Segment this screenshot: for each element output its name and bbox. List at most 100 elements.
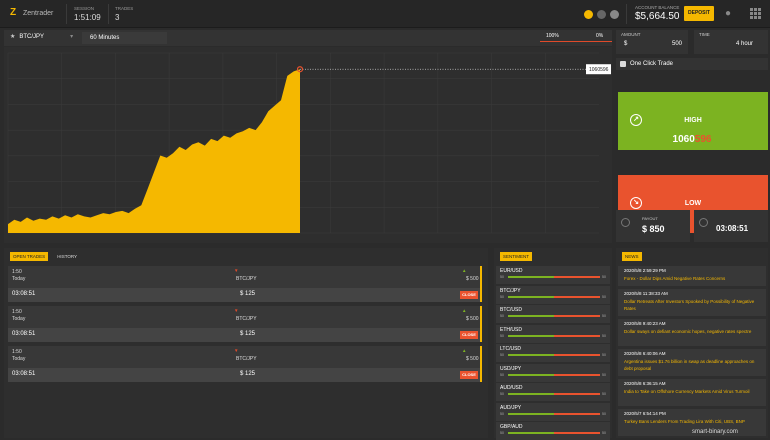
top-bar: Z Zentrader SESSION 1:51:09 TRADES 3 ACC… xyxy=(0,0,770,28)
news-item[interactable]: 2020/5/8 2:59:29 PM Forex - Dollar Dips A… xyxy=(618,266,766,286)
trades-tabs: OPEN TRADES HISTORY xyxy=(10,252,80,261)
divider xyxy=(66,4,67,24)
amount-label: AMOUNT xyxy=(621,32,641,37)
star-icon[interactable]: ★ xyxy=(10,33,15,40)
sentiment-row: USD/JPY 50 50 xyxy=(496,363,610,382)
watermark: smart-binary.com xyxy=(692,429,738,435)
trade-day: Today xyxy=(12,316,26,322)
timeframe-selector[interactable]: 60 Minutes xyxy=(82,32,167,44)
sentiment-right: 50 xyxy=(602,294,606,299)
trade-stake: $ 500 xyxy=(466,316,479,322)
news-title: NEWS xyxy=(622,252,642,261)
high-label: HIGH xyxy=(684,117,702,124)
sentiment-left: 50 xyxy=(500,431,504,435)
close-trade-button[interactable]: CLOSE xyxy=(460,291,478,299)
volume-icon[interactable] xyxy=(584,10,593,19)
apps-grid-icon[interactable] xyxy=(750,8,761,19)
sentiment-row: BTC/USD 50 50 xyxy=(496,305,610,323)
price-chart[interactable]: 1060596 xyxy=(4,47,612,243)
trade-time: 1:50 xyxy=(12,269,22,275)
amount-field[interactable]: AMOUNT $ 500 xyxy=(616,30,688,54)
sentiment-bar xyxy=(508,432,600,434)
trade-day: Today xyxy=(12,356,26,362)
tab-open-trades[interactable]: OPEN TRADES xyxy=(10,252,49,261)
sentiment-bar-fill xyxy=(508,315,554,317)
trade-stake: $ 500 xyxy=(466,356,479,362)
close-trade-button[interactable]: CLOSE xyxy=(460,371,478,379)
trade-row: 1:50 Today ▼ BTC/JPY ▲ $ 500 03:08:51 $ … xyxy=(8,346,482,382)
price-highlight: 596 xyxy=(694,134,712,145)
sentiment-bar-fill xyxy=(508,334,554,337)
asset-name: BTC/JPY xyxy=(19,33,45,40)
trade-amount: $ 125 xyxy=(240,291,256,297)
sentiment-bar-fill xyxy=(508,276,554,278)
news-headline[interactable]: Dollar Retreats After Investors Spooked … xyxy=(624,298,760,312)
trade-amount: $ 125 xyxy=(240,331,256,337)
amount-value: 500 xyxy=(672,41,683,47)
user-avatar-icon[interactable]: ● xyxy=(722,8,734,20)
trade-row: 1:50 Today ▼ BTC/JPY ▲ $ 500 03:08:51 $ … xyxy=(8,266,482,302)
news-headline[interactable]: India to Take on Offshore Currency Marke… xyxy=(624,388,760,395)
news-headline[interactable]: Argentina issues $1.76 billion in swap a… xyxy=(624,358,760,372)
news-date: 2020/5/8 9:40:23 AM xyxy=(624,321,666,326)
probability-bar xyxy=(540,41,612,42)
dollar-icon xyxy=(621,218,630,227)
sentiment-left: 50 xyxy=(500,353,504,357)
pct-right: 0% xyxy=(596,33,604,39)
news-headline[interactable]: Turkey Bans Lenders From Trading Lira Wi… xyxy=(624,418,760,425)
sentiment-bar xyxy=(508,393,600,395)
sentiment-right: 50 xyxy=(602,431,606,435)
time-field[interactable]: TIME 4 hour xyxy=(694,30,768,54)
amount-currency: $ xyxy=(624,41,628,47)
sentiment-right: 50 xyxy=(602,314,606,318)
arrow-up-icon: ↗ xyxy=(630,114,642,126)
sentiment-pair: USD/JPY xyxy=(500,365,522,372)
pct-left: 100% xyxy=(546,33,559,39)
news-panel: NEWS 2020/5/8 2:59:29 PM Forex - Dollar D… xyxy=(616,248,768,438)
news-item[interactable]: 2020/5/8 6:36:15 AM India to Take on Offs… xyxy=(618,379,766,406)
deposit-button[interactable]: DEPOSIT xyxy=(684,6,714,21)
news-headline[interactable]: Forex - Dollar Dips Amid Negative Rates … xyxy=(624,275,760,282)
sentiment-pair: AUD/USD xyxy=(500,385,523,391)
sentiment-pair: GBP/AUD xyxy=(500,424,523,430)
news-item[interactable]: 2020/5/8 9:40:23 AM Dollar sways on defia… xyxy=(618,319,766,346)
sentiment-bar-fill xyxy=(508,432,554,434)
remaining-value: 03:08:51 xyxy=(716,224,749,233)
trade-expiry: 03:08:51 xyxy=(12,331,36,337)
sentiment-row: ETH/USD 50 50 xyxy=(496,324,610,343)
trades-label: TRADES xyxy=(115,6,134,11)
trade-up-indicator: ▲ xyxy=(462,348,467,353)
session-stat: SESSION 1:51:09 xyxy=(74,6,101,22)
sentiment-row: AUD/JPY 50 50 xyxy=(496,402,610,421)
news-item[interactable]: 2020/5/8 6:40:06 AM Argentina issues $1.7… xyxy=(618,349,766,376)
low-label: LOW xyxy=(684,200,702,207)
sentiment-right: 50 xyxy=(602,333,606,338)
sentiment-left: 50 xyxy=(500,333,504,338)
checkbox-icon[interactable] xyxy=(620,61,626,67)
close-trade-button[interactable]: CLOSE xyxy=(460,331,478,339)
sentiment-bar-fill xyxy=(508,354,554,356)
divider xyxy=(626,4,627,24)
open-trades-panel: OPEN TRADES HISTORY 1:50 Today ▼ BTC/JPY… xyxy=(4,248,488,438)
brand-logo[interactable]: Z Zentrader xyxy=(10,8,53,18)
balance-label: ACCOUNT BALANCE xyxy=(635,5,680,10)
sentiment-title: SENTIMENT xyxy=(500,252,533,261)
chevron-down-icon: ▾ xyxy=(70,34,74,40)
tab-history[interactable]: HISTORY xyxy=(54,252,80,261)
sentiment-row: EUR/USD 50 50 xyxy=(496,266,610,284)
session-label: SESSION xyxy=(74,6,95,11)
theme-icon[interactable] xyxy=(597,10,606,19)
sentiment-bar xyxy=(508,295,600,298)
trade-asset: BTC/JPY xyxy=(236,356,257,362)
sentiment-right: 50 xyxy=(602,372,606,377)
help-icon[interactable] xyxy=(610,10,619,19)
news-date: 2020/5/7 6:54:14 PM xyxy=(624,411,666,416)
asset-selector[interactable]: ★ BTC/JPY ▾ xyxy=(10,33,74,41)
sentiment-left: 50 xyxy=(500,314,504,318)
news-item[interactable]: 2020/5/8 11:38:33 AM Dollar Retreats Afte… xyxy=(618,289,766,316)
news-headline[interactable]: Dollar sways on defiant economic hopes, … xyxy=(624,328,760,335)
chart-toolbar: ★ BTC/JPY ▾ 60 Minutes 100% 0% xyxy=(4,30,612,46)
one-click-trade-toggle[interactable]: One Click Trade xyxy=(616,58,768,70)
news-date: 2020/5/8 6:40:06 AM xyxy=(624,351,666,356)
sentiment-right: 50 xyxy=(602,275,606,279)
